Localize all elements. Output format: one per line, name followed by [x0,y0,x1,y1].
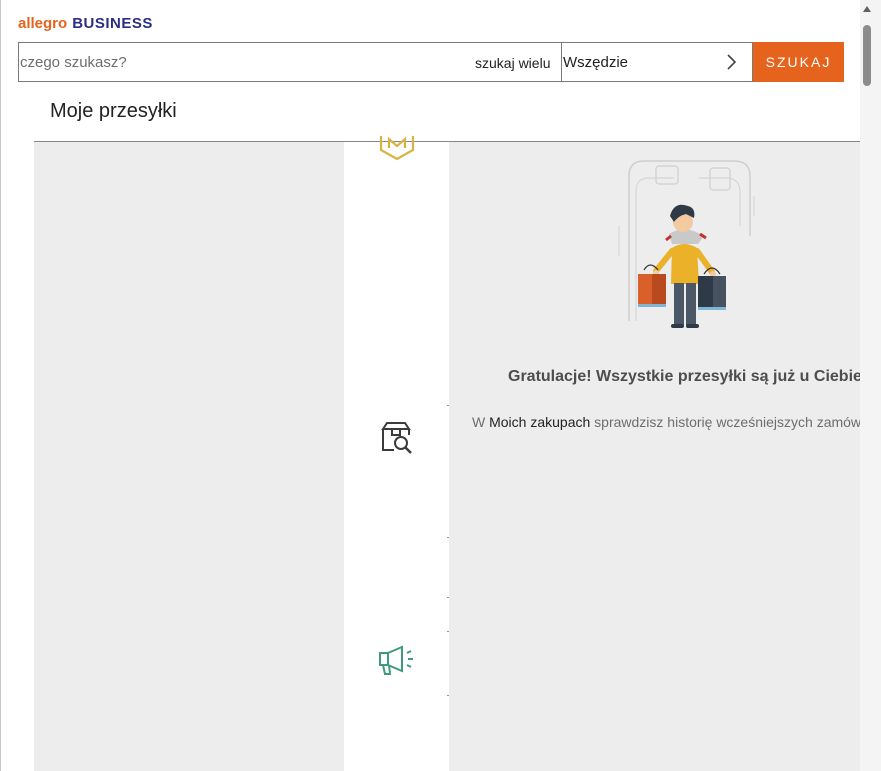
smart-badge-icon[interactable] [379,136,415,166]
search-bar: szukaj wielu Wszędzie [18,42,753,82]
empty-state-panel: Gratulacje! Wszystkie przesyłki są już u… [449,142,860,771]
my-purchases-link[interactable]: Moich zakupach [489,414,590,430]
left-panel [34,142,344,771]
vertical-scrollbar[interactable] [860,0,881,771]
description-suffix: sprawdzisz historię wcześniejszych zamów… [590,414,860,430]
scroll-up-arrow-icon[interactable] [863,6,871,12]
description-prefix: W [472,414,490,430]
package-search-icon[interactable] [380,421,414,455]
search-submit-button[interactable]: SZUKAJ [753,42,844,82]
search-scope-label: Wszędzie [563,54,629,71]
logo-business-text: BUSINESS [72,15,153,32]
search-many-link[interactable]: szukaj wielu [475,55,550,71]
search-input[interactable] [19,43,460,81]
shopper-illustration [618,160,755,328]
scrollbar-thumb[interactable] [863,25,871,86]
logo-allegro-text: allegro [18,15,68,32]
search-scope-select[interactable]: Wszędzie [562,43,753,81]
megaphone-icon[interactable] [378,644,416,676]
browser-window: allegroBUSINESS szukaj wielu Wszędzie SZ… [0,0,881,771]
empty-state-description: W Moich zakupach sprawdzisz historię wcz… [472,414,860,430]
chevron-right-icon [727,54,737,70]
icon-column [344,136,449,771]
allegro-business-logo[interactable]: allegro BUSINESS [18,15,153,32]
page-title: Moje przesyłki [50,100,177,122]
empty-state-heading: Gratulacje! Wszystkie przesyłki są już u… [508,368,860,385]
